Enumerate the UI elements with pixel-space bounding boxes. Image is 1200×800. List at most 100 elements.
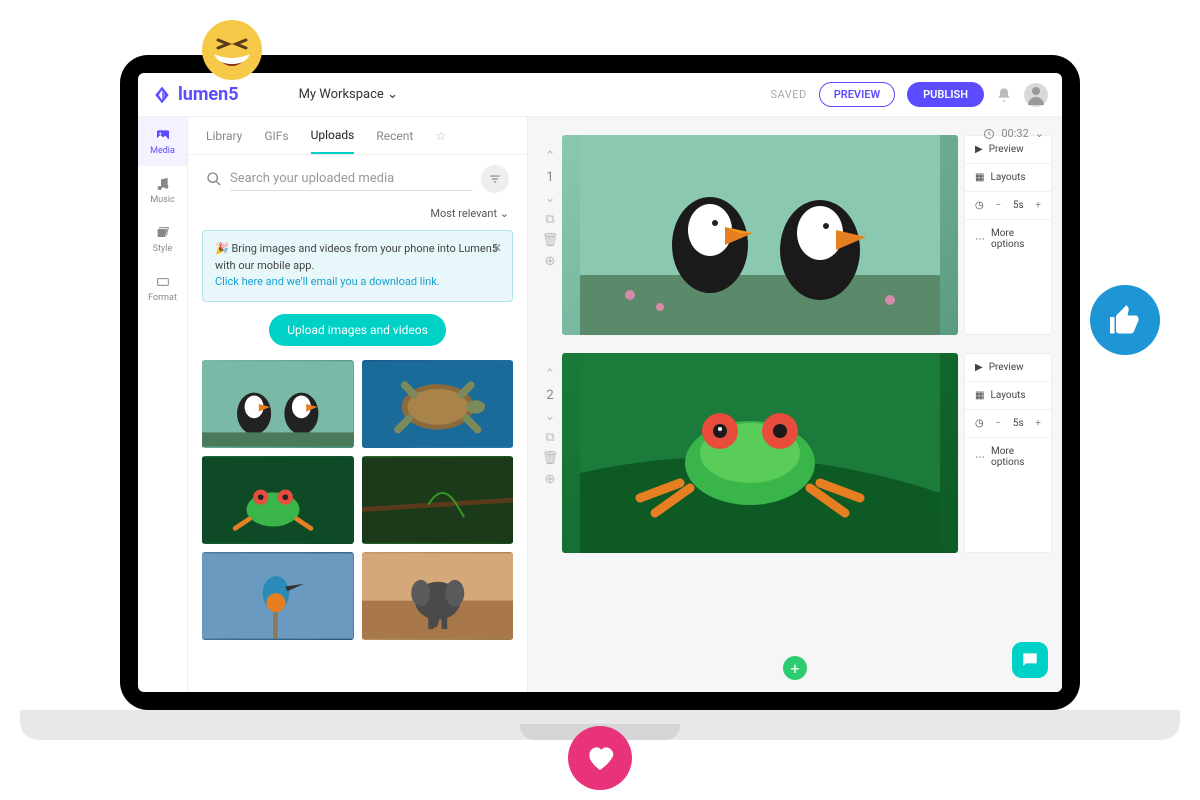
decrease-duration[interactable]: − (995, 200, 1001, 211)
scene-preview-button[interactable]: ▶ Preview (965, 354, 1051, 382)
increase-duration[interactable]: + (1035, 418, 1041, 429)
sidebar-item-label: Music (150, 195, 174, 205)
move-down-icon[interactable]: ⌄ (545, 409, 556, 424)
increase-duration[interactable]: + (1035, 200, 1041, 211)
sidebar-item-format[interactable]: Format (138, 264, 187, 313)
tab-gifs[interactable]: GIFs (264, 119, 288, 153)
preview-button[interactable]: PREVIEW (819, 82, 895, 107)
workspace-selector[interactable]: My Workspace ⌄ (299, 87, 398, 102)
party-icon: 🎉 (215, 242, 231, 255)
trash-icon[interactable]: 🗑 (542, 451, 559, 466)
play-icon: ▶ (975, 144, 983, 155)
brand-logo[interactable]: lumen5 (152, 84, 239, 105)
chat-icon (1020, 650, 1040, 670)
topbar: lumen5 My Workspace ⌄ SAVED PREVIEW PUBL… (138, 73, 1062, 117)
frog-image (202, 456, 354, 544)
move-down-icon[interactable]: ⌄ (545, 191, 556, 206)
banner-link[interactable]: Click here and we'll email you a downloa… (215, 275, 440, 288)
laptop-frame: lumen5 My Workspace ⌄ SAVED PREVIEW PUBL… (120, 55, 1080, 710)
scene-more-button[interactable]: ⋯ More options (965, 438, 1051, 476)
sidebar-item-media[interactable]: Media (138, 117, 187, 166)
copy-icon[interactable]: ⧉ (545, 430, 554, 445)
filter-icon (488, 172, 502, 186)
move-up-icon[interactable]: ⌃ (545, 367, 556, 382)
clock-icon: ◷ (975, 418, 984, 429)
scene-controls: ⌃ 1 ⌄ ⧉ 🗑 ⊕ (538, 135, 562, 335)
thumb-snake[interactable] (362, 456, 514, 544)
sidebar-item-style[interactable]: Style (138, 215, 187, 264)
bell-icon[interactable] (996, 87, 1012, 103)
avatar[interactable] (1024, 83, 1048, 107)
dots-icon: ⋯ (975, 234, 985, 245)
move-up-icon[interactable]: ⌃ (545, 149, 556, 164)
sidebar-item-label: Format (148, 293, 177, 303)
chevron-down-icon: ⌄ (387, 87, 398, 102)
close-icon[interactable]: ✕ (492, 239, 502, 257)
sort-label: Most relevant (430, 207, 497, 220)
search-input[interactable] (230, 167, 473, 191)
scene-options: ▶ Preview ▦Layouts ◷ − 5s + ⋯ More options (964, 353, 1052, 553)
publish-button[interactable]: PUBLISH (907, 82, 984, 107)
sort-selector[interactable]: Most relevant ⌄ (188, 203, 527, 230)
scene-preview[interactable] (562, 135, 958, 335)
turtle-image (362, 360, 514, 448)
scene-layouts-button[interactable]: ▦ Layouts (965, 164, 1051, 192)
duration-display[interactable]: 00:32 ⌄ (983, 127, 1044, 140)
topbar-right: SAVED PREVIEW PUBLISH (770, 82, 1048, 107)
add-scene-button[interactable]: + (783, 656, 807, 680)
copy-icon[interactable]: ⧉ (545, 212, 554, 227)
scene-preview[interactable] (562, 353, 958, 553)
add-icon[interactable]: ⊕ (545, 254, 556, 269)
brand-name: lumen5 (178, 84, 239, 105)
duration-value: 5s (1013, 418, 1024, 429)
sidebar: Media Music Style Format (138, 117, 188, 692)
scene-2: ⌃ 2 ⌄ ⧉ 🗑 ⊕ ▶ Preview ▦Layouts ◷ − 5s + ⋯… (538, 353, 1052, 553)
opt-label: Preview (989, 362, 1024, 373)
canvas: 00:32 ⌄ ⌃ 1 ⌄ ⧉ 🗑 ⊕ ▶Preview ▦Layouts ◷ … (528, 117, 1062, 692)
scene-number: 2 (546, 388, 553, 403)
upload-button[interactable]: Upload images and videos (269, 314, 446, 346)
media-tabs: Library GIFs Uploads Recent ☆ (188, 117, 527, 155)
upload-grid (188, 360, 527, 640)
tab-library[interactable]: Library (206, 119, 242, 153)
heart-emoji-icon (568, 726, 632, 790)
tab-favorites[interactable]: ☆ (435, 119, 446, 153)
search-row (188, 155, 527, 203)
opt-label: Layouts (990, 172, 1025, 183)
banner-text: Bring images and videos from your phone … (215, 242, 498, 272)
add-icon[interactable]: ⊕ (545, 472, 556, 487)
opt-label: More options (991, 446, 1041, 468)
grid-icon: ▦ (975, 172, 984, 183)
tab-recent[interactable]: Recent (376, 119, 413, 153)
thumb-frog[interactable] (202, 456, 354, 544)
thumb-puffins[interactable] (202, 360, 354, 448)
puffins-image (202, 360, 354, 448)
thumb-elephant[interactable] (362, 552, 514, 640)
chat-button[interactable] (1012, 642, 1048, 678)
thumb-turtle[interactable] (362, 360, 514, 448)
logo-icon (152, 85, 172, 105)
trash-icon[interactable]: 🗑 (542, 233, 559, 248)
sidebar-item-music[interactable]: Music (138, 166, 187, 215)
filter-button[interactable] (481, 165, 509, 193)
decrease-duration[interactable]: − (995, 418, 1001, 429)
main-area: Media Music Style Format Library GIFs Up… (138, 117, 1062, 692)
dots-icon: ⋯ (975, 452, 985, 463)
mobile-app-banner: 🎉 Bring images and videos from your phon… (202, 230, 513, 302)
kingfisher-image (202, 552, 354, 640)
media-panel: Library GIFs Uploads Recent ☆ Most relev… (188, 117, 528, 692)
scene-more-button[interactable]: ⋯More options (965, 220, 1051, 258)
opt-label: Preview (989, 144, 1024, 155)
scene-duration: ◷ − 5s + (965, 192, 1051, 220)
puffins-scene-image (562, 135, 958, 335)
play-icon: ▶ (975, 362, 983, 373)
palette-icon (155, 225, 171, 241)
clock-icon: ◷ (975, 200, 984, 211)
scene-layouts-button[interactable]: ▦Layouts (965, 382, 1051, 410)
elephant-image (362, 552, 514, 640)
thumb-kingfisher[interactable] (202, 552, 354, 640)
scene-preview-button[interactable]: ▶ Preview (965, 136, 1051, 164)
frog-scene-image (562, 353, 958, 553)
grid-icon: ▦ (975, 390, 984, 401)
tab-uploads[interactable]: Uploads (311, 118, 355, 154)
